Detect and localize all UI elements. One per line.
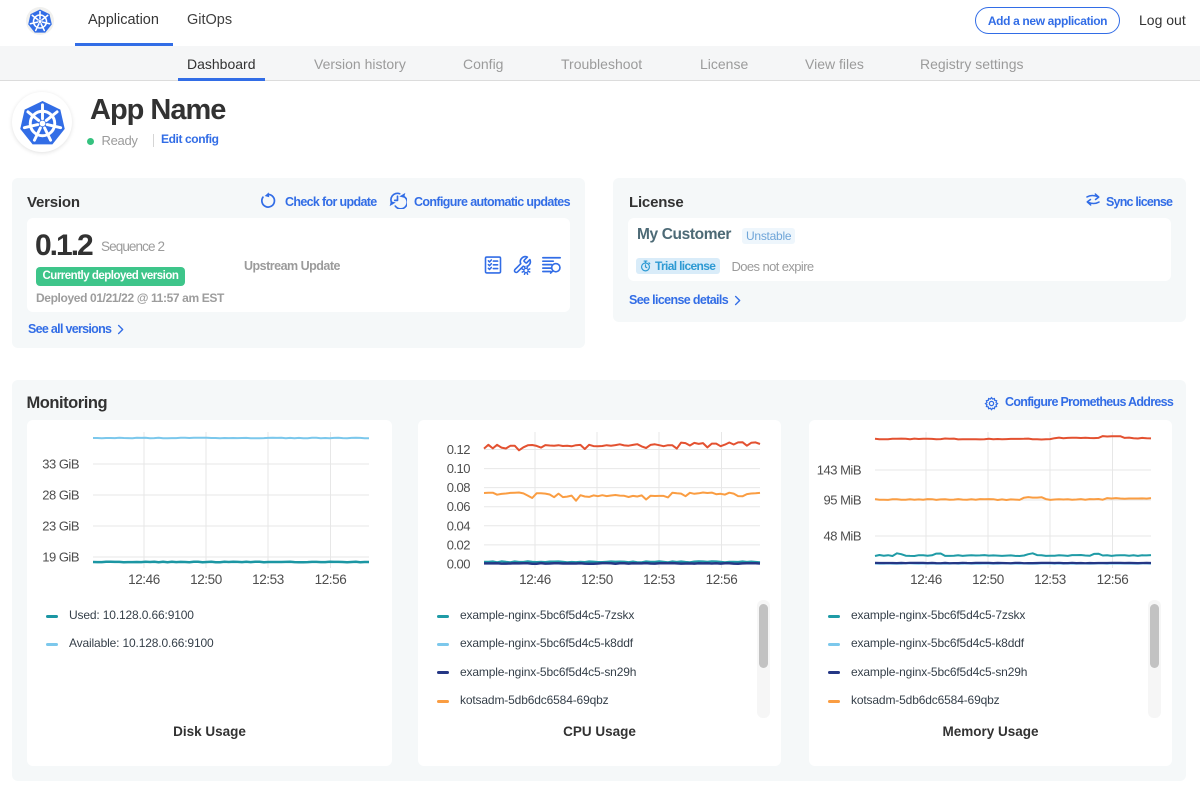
svg-text:19 GiB: 19 GiB bbox=[42, 550, 79, 565]
svg-text:12:46: 12:46 bbox=[519, 572, 551, 587]
svg-text:12:50: 12:50 bbox=[581, 572, 613, 587]
svg-text:48 MiB: 48 MiB bbox=[824, 529, 861, 544]
svg-text:0.10: 0.10 bbox=[447, 461, 471, 476]
svg-text:12:53: 12:53 bbox=[643, 572, 675, 587]
svg-text:143 MiB: 143 MiB bbox=[817, 463, 861, 478]
svg-text:0.02: 0.02 bbox=[447, 537, 471, 552]
svg-text:12:50: 12:50 bbox=[972, 572, 1004, 587]
svg-text:12:53: 12:53 bbox=[252, 572, 284, 587]
svg-text:0.04: 0.04 bbox=[447, 518, 471, 533]
svg-text:12:56: 12:56 bbox=[315, 572, 347, 587]
svg-text:0.08: 0.08 bbox=[447, 480, 471, 495]
svg-text:12:50: 12:50 bbox=[190, 572, 222, 587]
svg-text:12:46: 12:46 bbox=[128, 572, 160, 587]
svg-text:12:46: 12:46 bbox=[910, 572, 942, 587]
svg-text:28 GiB: 28 GiB bbox=[42, 488, 79, 503]
svg-text:12:53: 12:53 bbox=[1034, 572, 1066, 587]
svg-text:95 MiB: 95 MiB bbox=[824, 493, 861, 508]
svg-text:0.00: 0.00 bbox=[447, 557, 471, 572]
svg-text:0.06: 0.06 bbox=[447, 499, 471, 514]
svg-text:33 GiB: 33 GiB bbox=[42, 457, 79, 472]
svg-text:0.12: 0.12 bbox=[447, 442, 471, 457]
svg-text:12:56: 12:56 bbox=[706, 572, 738, 587]
svg-text:12:56: 12:56 bbox=[1097, 572, 1129, 587]
svg-text:23 GiB: 23 GiB bbox=[42, 519, 79, 534]
